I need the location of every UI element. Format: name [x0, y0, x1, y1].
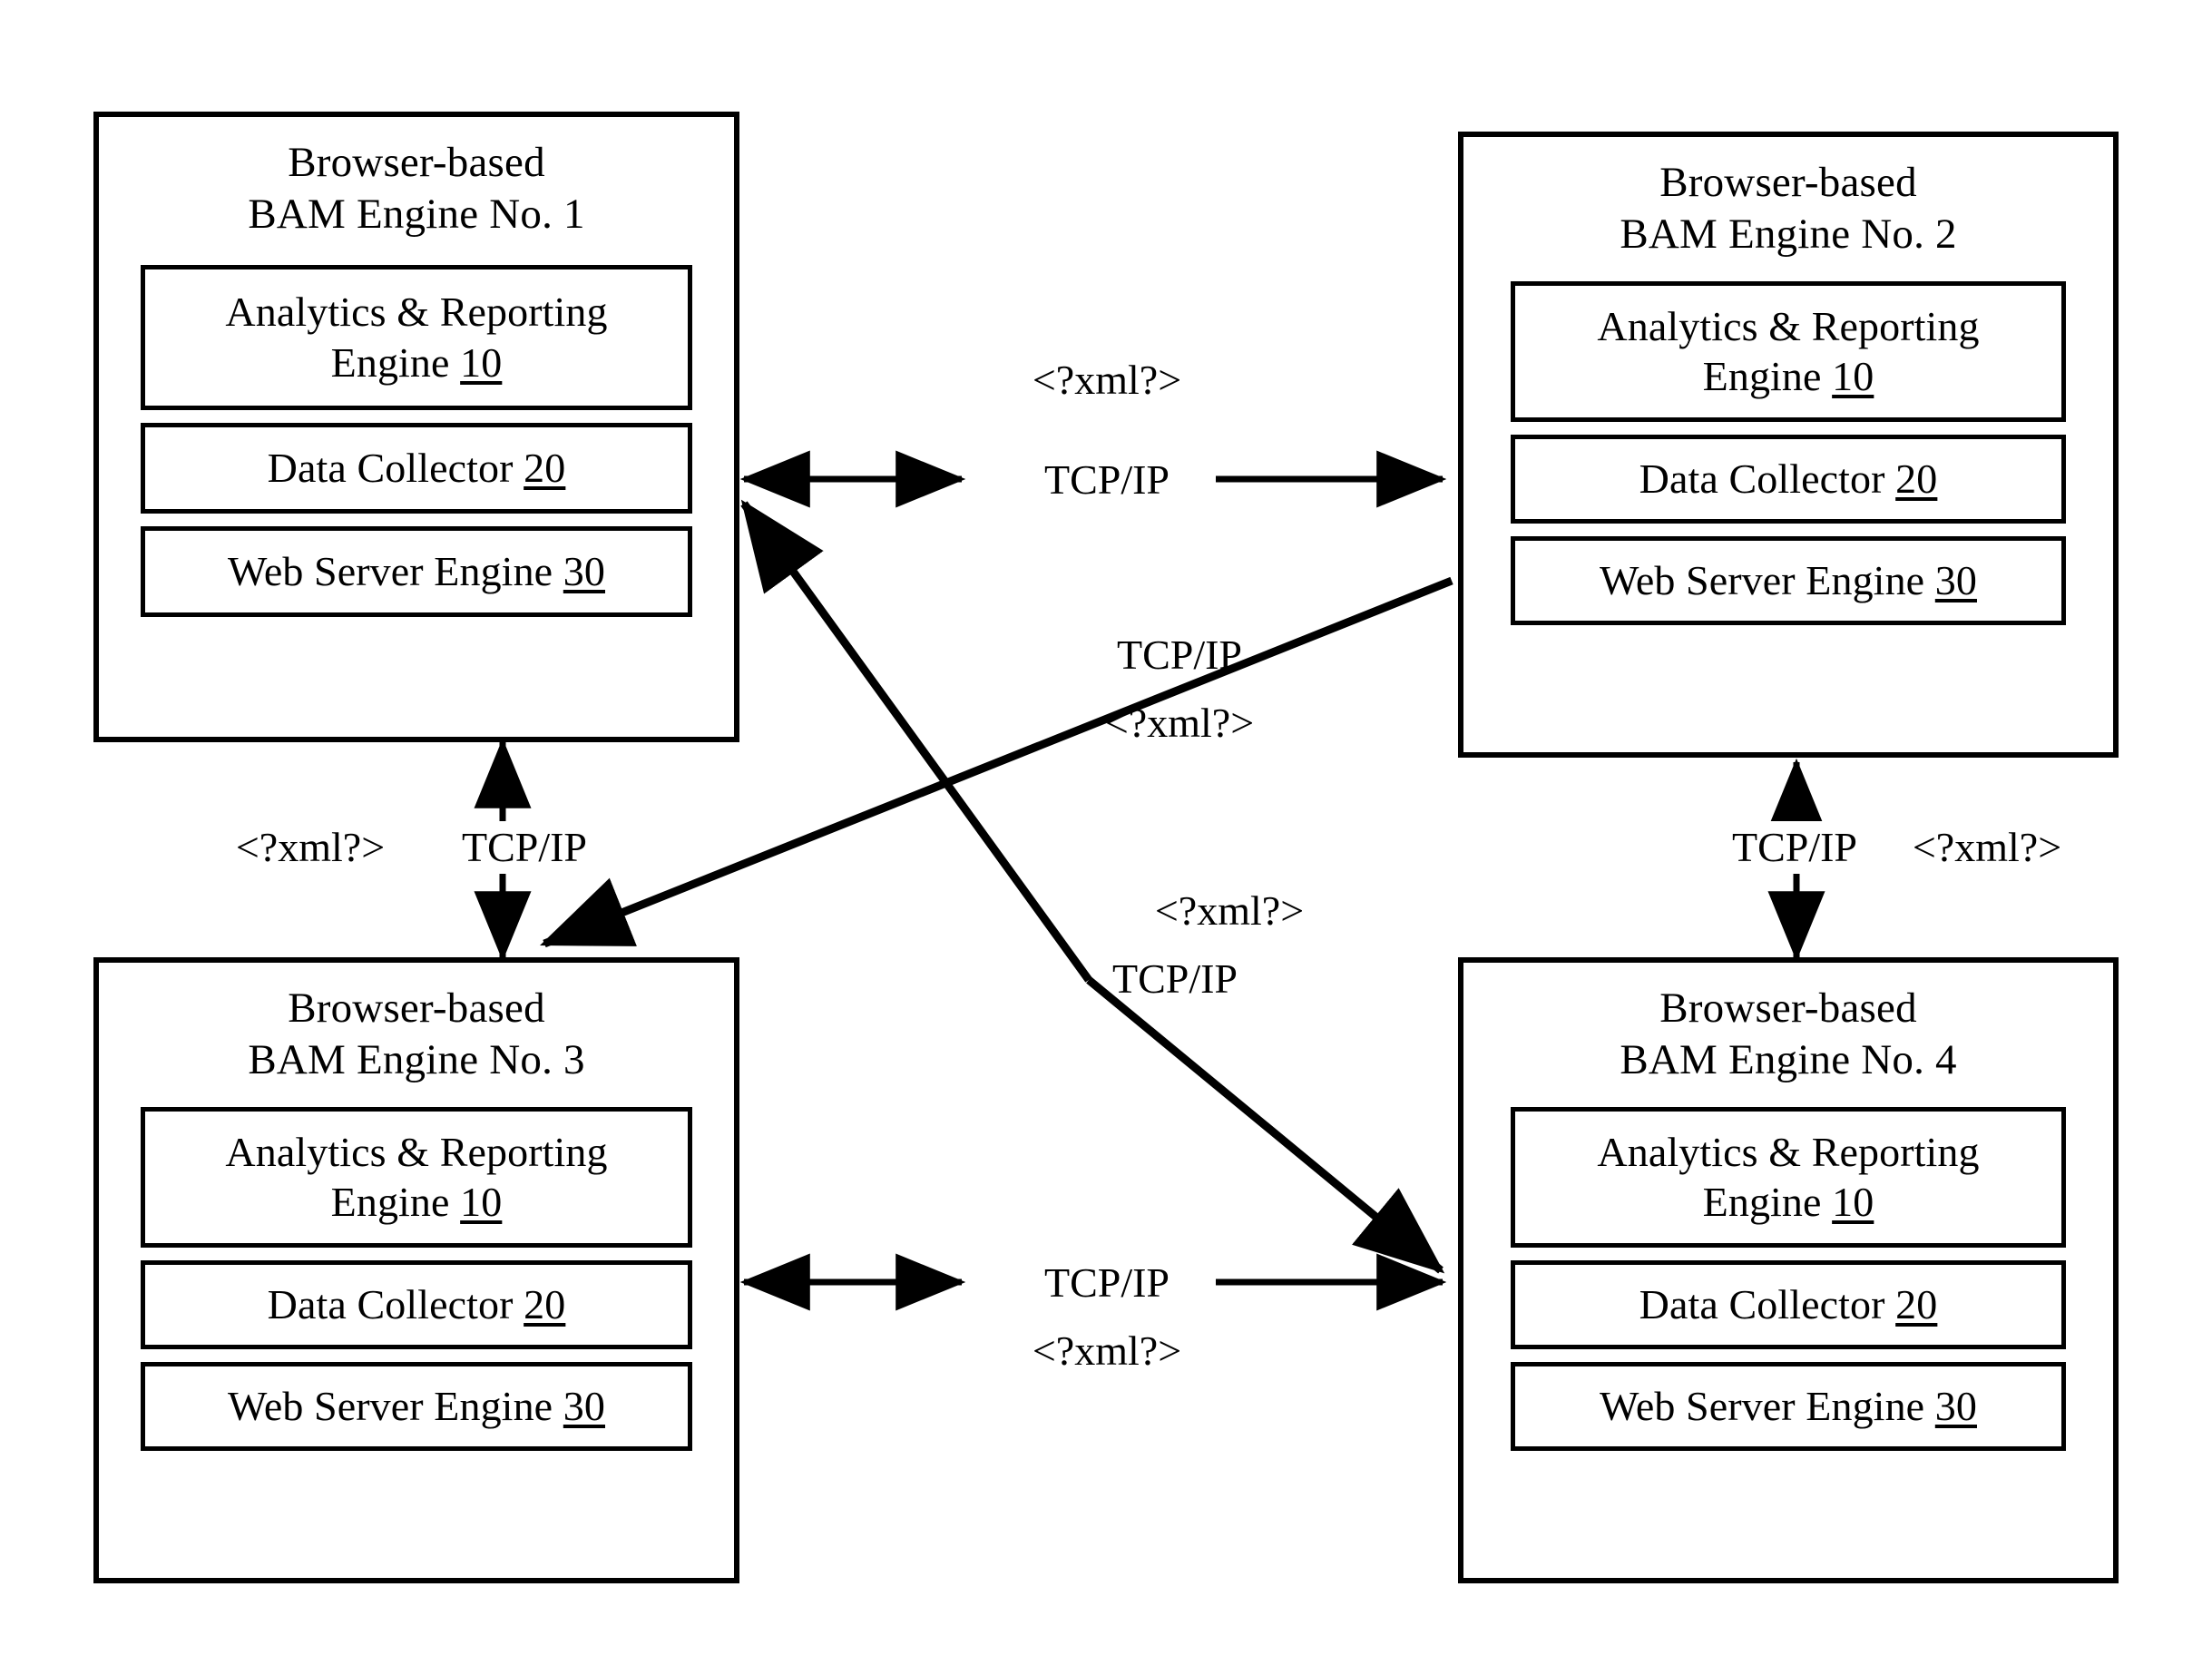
engine-1-data-collector[interactable]: Data Collector 20 [141, 422, 692, 514]
engine-3-analytics-reporting-engine[interactable]: Analytics & Reporting Engine 10 [141, 1106, 692, 1248]
component-label: Data Collector [267, 1281, 524, 1328]
label-right-vertical-xml: <?xml?> [1912, 824, 2062, 870]
component-ref: 10 [1832, 353, 1874, 400]
label-diagonal-engine1-engine4-protocol: TCP/IP [1111, 955, 1238, 1002]
component-ref: 10 [460, 1179, 503, 1226]
component-label: Data Collector [1639, 1281, 1896, 1328]
label-bottom-horizontal-protocol: TCP/IP [998, 1257, 1216, 1309]
engine-4-components: Analytics & Reporting Engine 10 Data Col… [1463, 1106, 2113, 1451]
component-ref: 30 [1934, 1383, 1977, 1430]
engine-1-analytics-reporting-engine[interactable]: Analytics & Reporting Engine 10 [141, 264, 692, 410]
component-ref: 20 [524, 1281, 566, 1328]
label-top-horizontal-xml: <?xml?> [1032, 357, 1182, 403]
connector-engine1-engine4 [740, 499, 1445, 1274]
component-ref: 10 [1832, 1179, 1874, 1226]
component-ref: 30 [563, 548, 605, 595]
engine-box-1[interactable]: Browser-based BAM Engine No. 1 Analytics… [93, 112, 739, 742]
engine-2-analytics-reporting-engine[interactable]: Analytics & Reporting Engine 10 [1511, 280, 2066, 422]
component-ref: 10 [460, 338, 503, 386]
engine-box-4[interactable]: Browser-based BAM Engine No. 4 Analytics… [1458, 957, 2119, 1583]
component-ref: 30 [1934, 557, 1977, 604]
label-left-vertical-xml: <?xml?> [235, 824, 386, 870]
engine-2-web-server-engine[interactable]: Web Server Engine 30 [1511, 535, 2066, 625]
engine-1-web-server-engine[interactable]: Web Server Engine 30 [141, 525, 692, 617]
component-label: Analytics & Reporting Engine [1597, 1128, 1980, 1226]
engine-3-data-collector[interactable]: Data Collector 20 [141, 1259, 692, 1349]
label-diagonal-engine2-engine3-protocol: TCP/IP [1116, 632, 1243, 678]
label-bottom-horizontal-xml: <?xml?> [1032, 1327, 1182, 1374]
engine-1-title: Browser-based BAM Engine No. 1 [248, 139, 585, 239]
engine-3-title: Browser-based BAM Engine No. 3 [248, 984, 585, 1084]
engine-4-data-collector[interactable]: Data Collector 20 [1511, 1259, 2066, 1349]
engine-2-components: Analytics & Reporting Engine 10 Data Col… [1463, 280, 2113, 625]
engine-2-data-collector[interactable]: Data Collector 20 [1511, 434, 2066, 524]
component-label: Data Collector [1639, 455, 1896, 503]
figure-canvas: Browser-based BAM Engine No. 1 Analytics… [0, 0, 2212, 1675]
component-ref: 30 [563, 1383, 605, 1430]
engine-3-components: Analytics & Reporting Engine 10 Data Col… [99, 1106, 734, 1451]
engine-box-3[interactable]: Browser-based BAM Engine No. 3 Analytics… [93, 957, 739, 1583]
engine-4-web-server-engine[interactable]: Web Server Engine 30 [1511, 1361, 2066, 1451]
engine-3-web-server-engine[interactable]: Web Server Engine 30 [141, 1361, 692, 1451]
label-top-horizontal-protocol: TCP/IP [998, 454, 1216, 506]
label-right-vertical-protocol: TCP/IP [1704, 821, 1885, 874]
component-label: Web Server Engine [1599, 1383, 1935, 1430]
component-label: Analytics & Reporting Engine [1597, 302, 1980, 400]
engine-1-components: Analytics & Reporting Engine 10 Data Col… [99, 264, 734, 617]
engine-2-title: Browser-based BAM Engine No. 2 [1620, 159, 1957, 259]
component-ref: 20 [1895, 1281, 1938, 1328]
component-label: Analytics & Reporting Engine [225, 289, 608, 386]
arrow-down-right-to-engine4 [1086, 976, 1445, 1274]
component-label: Data Collector [267, 445, 524, 492]
engine-box-2[interactable]: Browser-based BAM Engine No. 2 Analytics… [1458, 132, 2119, 758]
engine-4-analytics-reporting-engine[interactable]: Analytics & Reporting Engine 10 [1511, 1106, 2066, 1248]
component-label: Web Server Engine [1599, 557, 1935, 604]
component-ref: 20 [1895, 455, 1938, 503]
label-left-vertical-protocol: TCP/IP [434, 821, 615, 874]
label-diagonal-engine1-engine4-xml: <?xml?> [1154, 887, 1305, 934]
component-label: Analytics & Reporting Engine [225, 1128, 608, 1226]
component-label: Web Server Engine [227, 548, 563, 595]
engine-4-title: Browser-based BAM Engine No. 4 [1620, 984, 1957, 1084]
arrow-up-left-to-engine1 [740, 499, 1092, 983]
component-label: Web Server Engine [227, 1383, 563, 1430]
label-diagonal-engine2-engine3-xml: <?xml?> [1104, 700, 1255, 746]
component-ref: 20 [524, 445, 566, 492]
